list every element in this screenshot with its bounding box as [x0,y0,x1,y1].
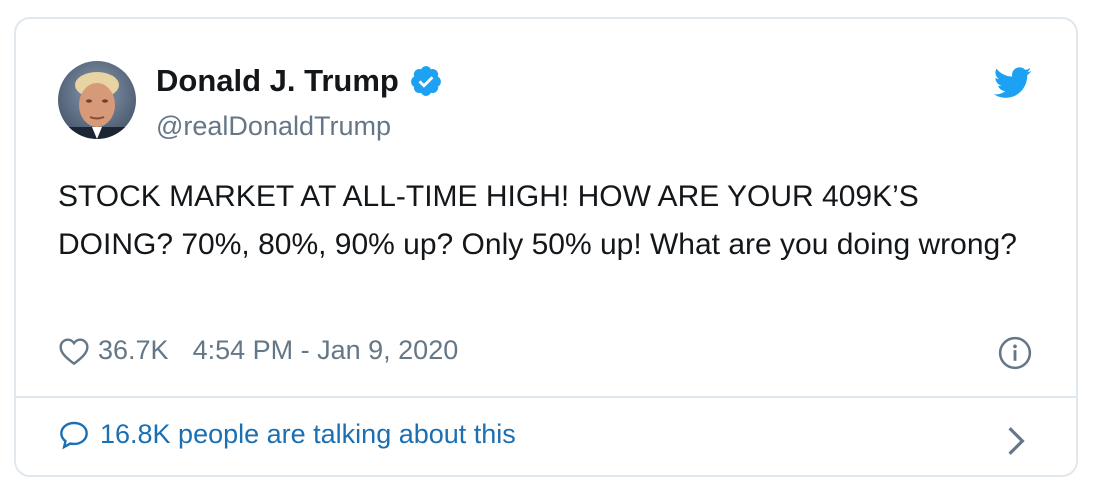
conversation-link[interactable]: 16.8K people are talking about this [58,419,516,450]
display-name-text[interactable]: Donald J. Trump [156,63,399,99]
like-count[interactable]: 36.7K [98,335,169,366]
conversation-text[interactable]: 16.8K people are talking about this [100,419,516,450]
speech-bubble-icon [58,420,90,450]
chevron-right-icon[interactable] [1006,425,1026,457]
info-icon[interactable] [998,336,1032,370]
heart-icon[interactable] [58,336,90,366]
verified-badge-icon [409,64,443,98]
avatar[interactable] [58,61,136,139]
tweet-timestamp[interactable]: 4:54 PM - Jan 9, 2020 [193,335,459,366]
tweet-card: Donald J. Trump @realDonaldTrump STOCK M… [14,17,1078,477]
user-handle[interactable]: @realDonaldTrump [156,111,391,142]
tweet-text: STOCK MARKET AT ALL-TIME HIGH! HOW ARE Y… [58,180,1017,261]
twitter-bird-icon[interactable] [993,67,1032,99]
divider [16,396,1076,398]
tweet-meta: 36.7K 4:54 PM - Jan 9, 2020 [58,335,458,366]
display-name[interactable]: Donald J. Trump [156,63,443,99]
